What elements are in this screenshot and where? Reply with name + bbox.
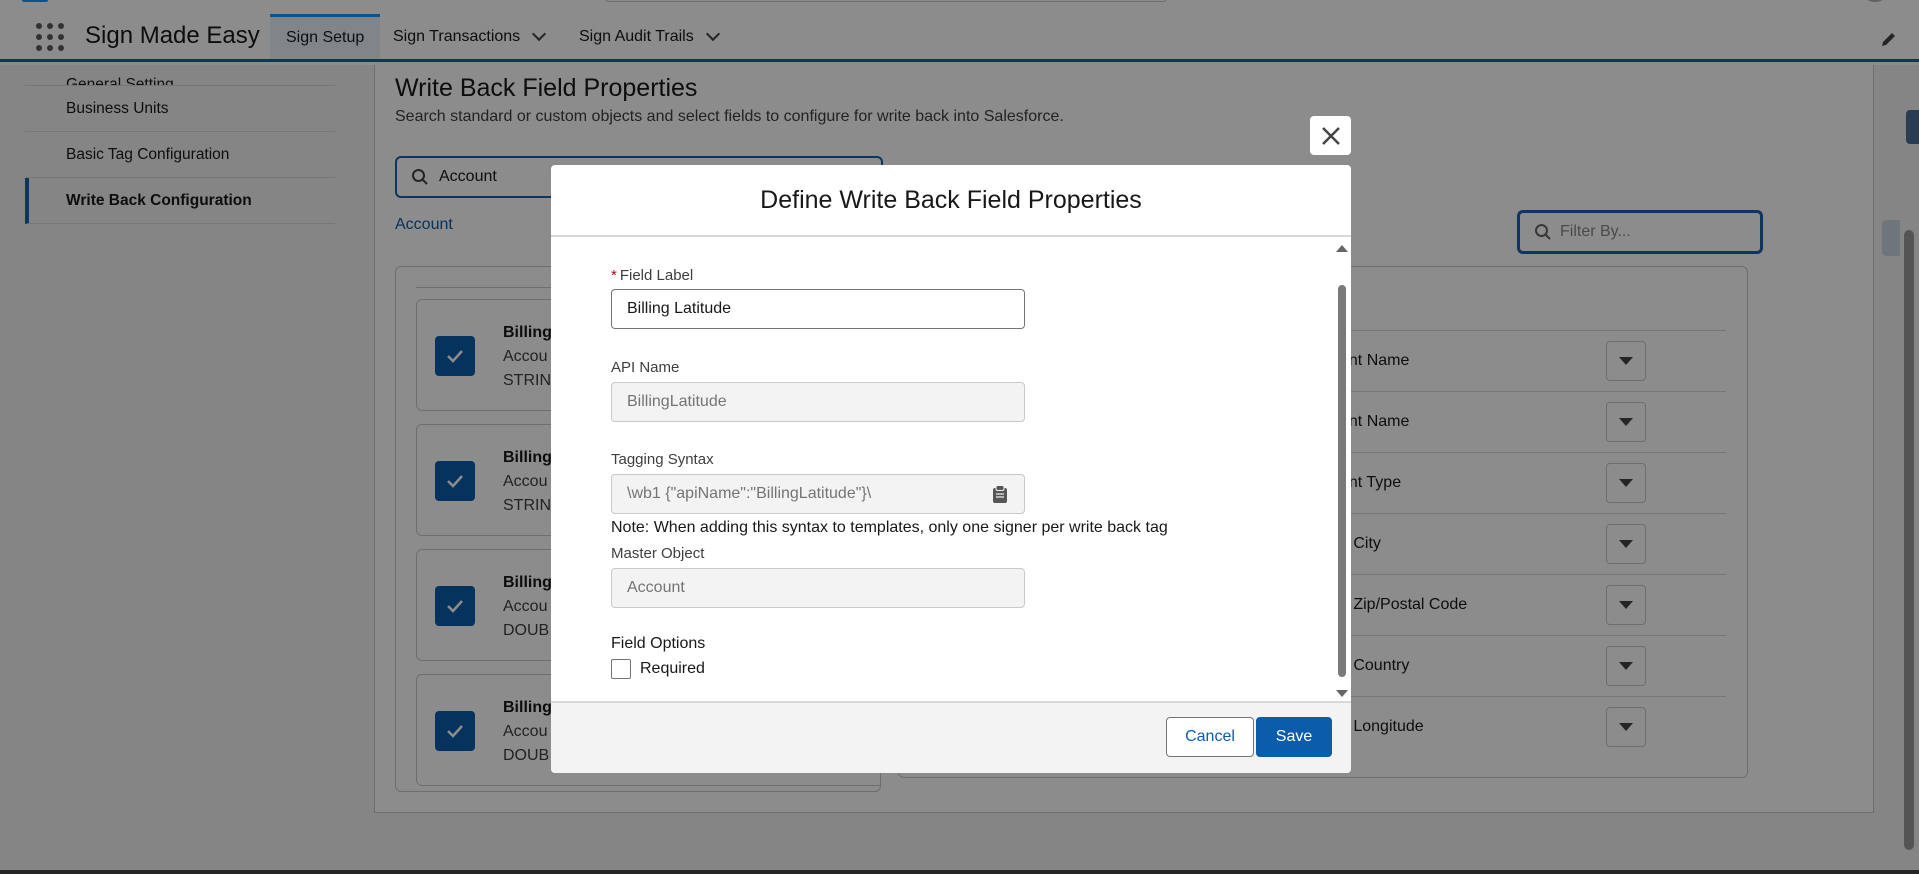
modal-scrollbar[interactable] [1336, 245, 1348, 697]
field-options-label: Field Options [611, 635, 706, 652]
modal-scrollbar-thumb[interactable] [1338, 285, 1346, 677]
modal-title: Define Write Back Field Properties [551, 165, 1351, 237]
modal-footer: Cancel Save [551, 701, 1351, 773]
api-name-field: BillingLatitude [611, 382, 1025, 422]
field-label-input[interactable]: Billing Latitude [611, 289, 1025, 329]
field-label-caption: * Field Label [611, 267, 693, 284]
modal-close-button[interactable] [1310, 116, 1351, 155]
tagging-syntax-field: \wb1 {"apiName":"BillingLatitude"}\ [611, 474, 1025, 514]
master-object-label: Master Object [611, 545, 705, 562]
required-asterisk: * [611, 267, 617, 284]
required-checkbox-label[interactable]: Required [640, 660, 705, 678]
clipboard-icon[interactable] [992, 485, 1008, 503]
tagging-syntax-value: \wb1 {"apiName":"BillingLatitude"}\ [627, 485, 872, 502]
syntax-note: Note: When adding this syntax to templat… [611, 519, 1168, 536]
field-label-text: Field Label [619, 267, 694, 284]
required-checkbox[interactable] [611, 659, 631, 679]
api-name-value: BillingLatitude [627, 393, 727, 410]
cancel-button[interactable]: Cancel [1166, 717, 1254, 757]
scroll-down-arrow-icon[interactable] [1336, 690, 1348, 697]
master-object-value: Account [627, 579, 685, 596]
api-name-label: API Name [611, 359, 680, 376]
save-button[interactable]: Save [1256, 717, 1332, 757]
tagging-syntax-label: Tagging Syntax [611, 451, 714, 468]
modal-body: * Field Label Billing Latitude API Name B… [551, 237, 1351, 701]
field-label-value: Billing Latitude [627, 300, 732, 317]
close-icon [1321, 126, 1340, 145]
scroll-up-arrow-icon[interactable] [1336, 245, 1348, 252]
master-object-field: Account [611, 568, 1025, 608]
define-write-back-modal: Define Write Back Field Properties * Fiel… [551, 165, 1351, 773]
